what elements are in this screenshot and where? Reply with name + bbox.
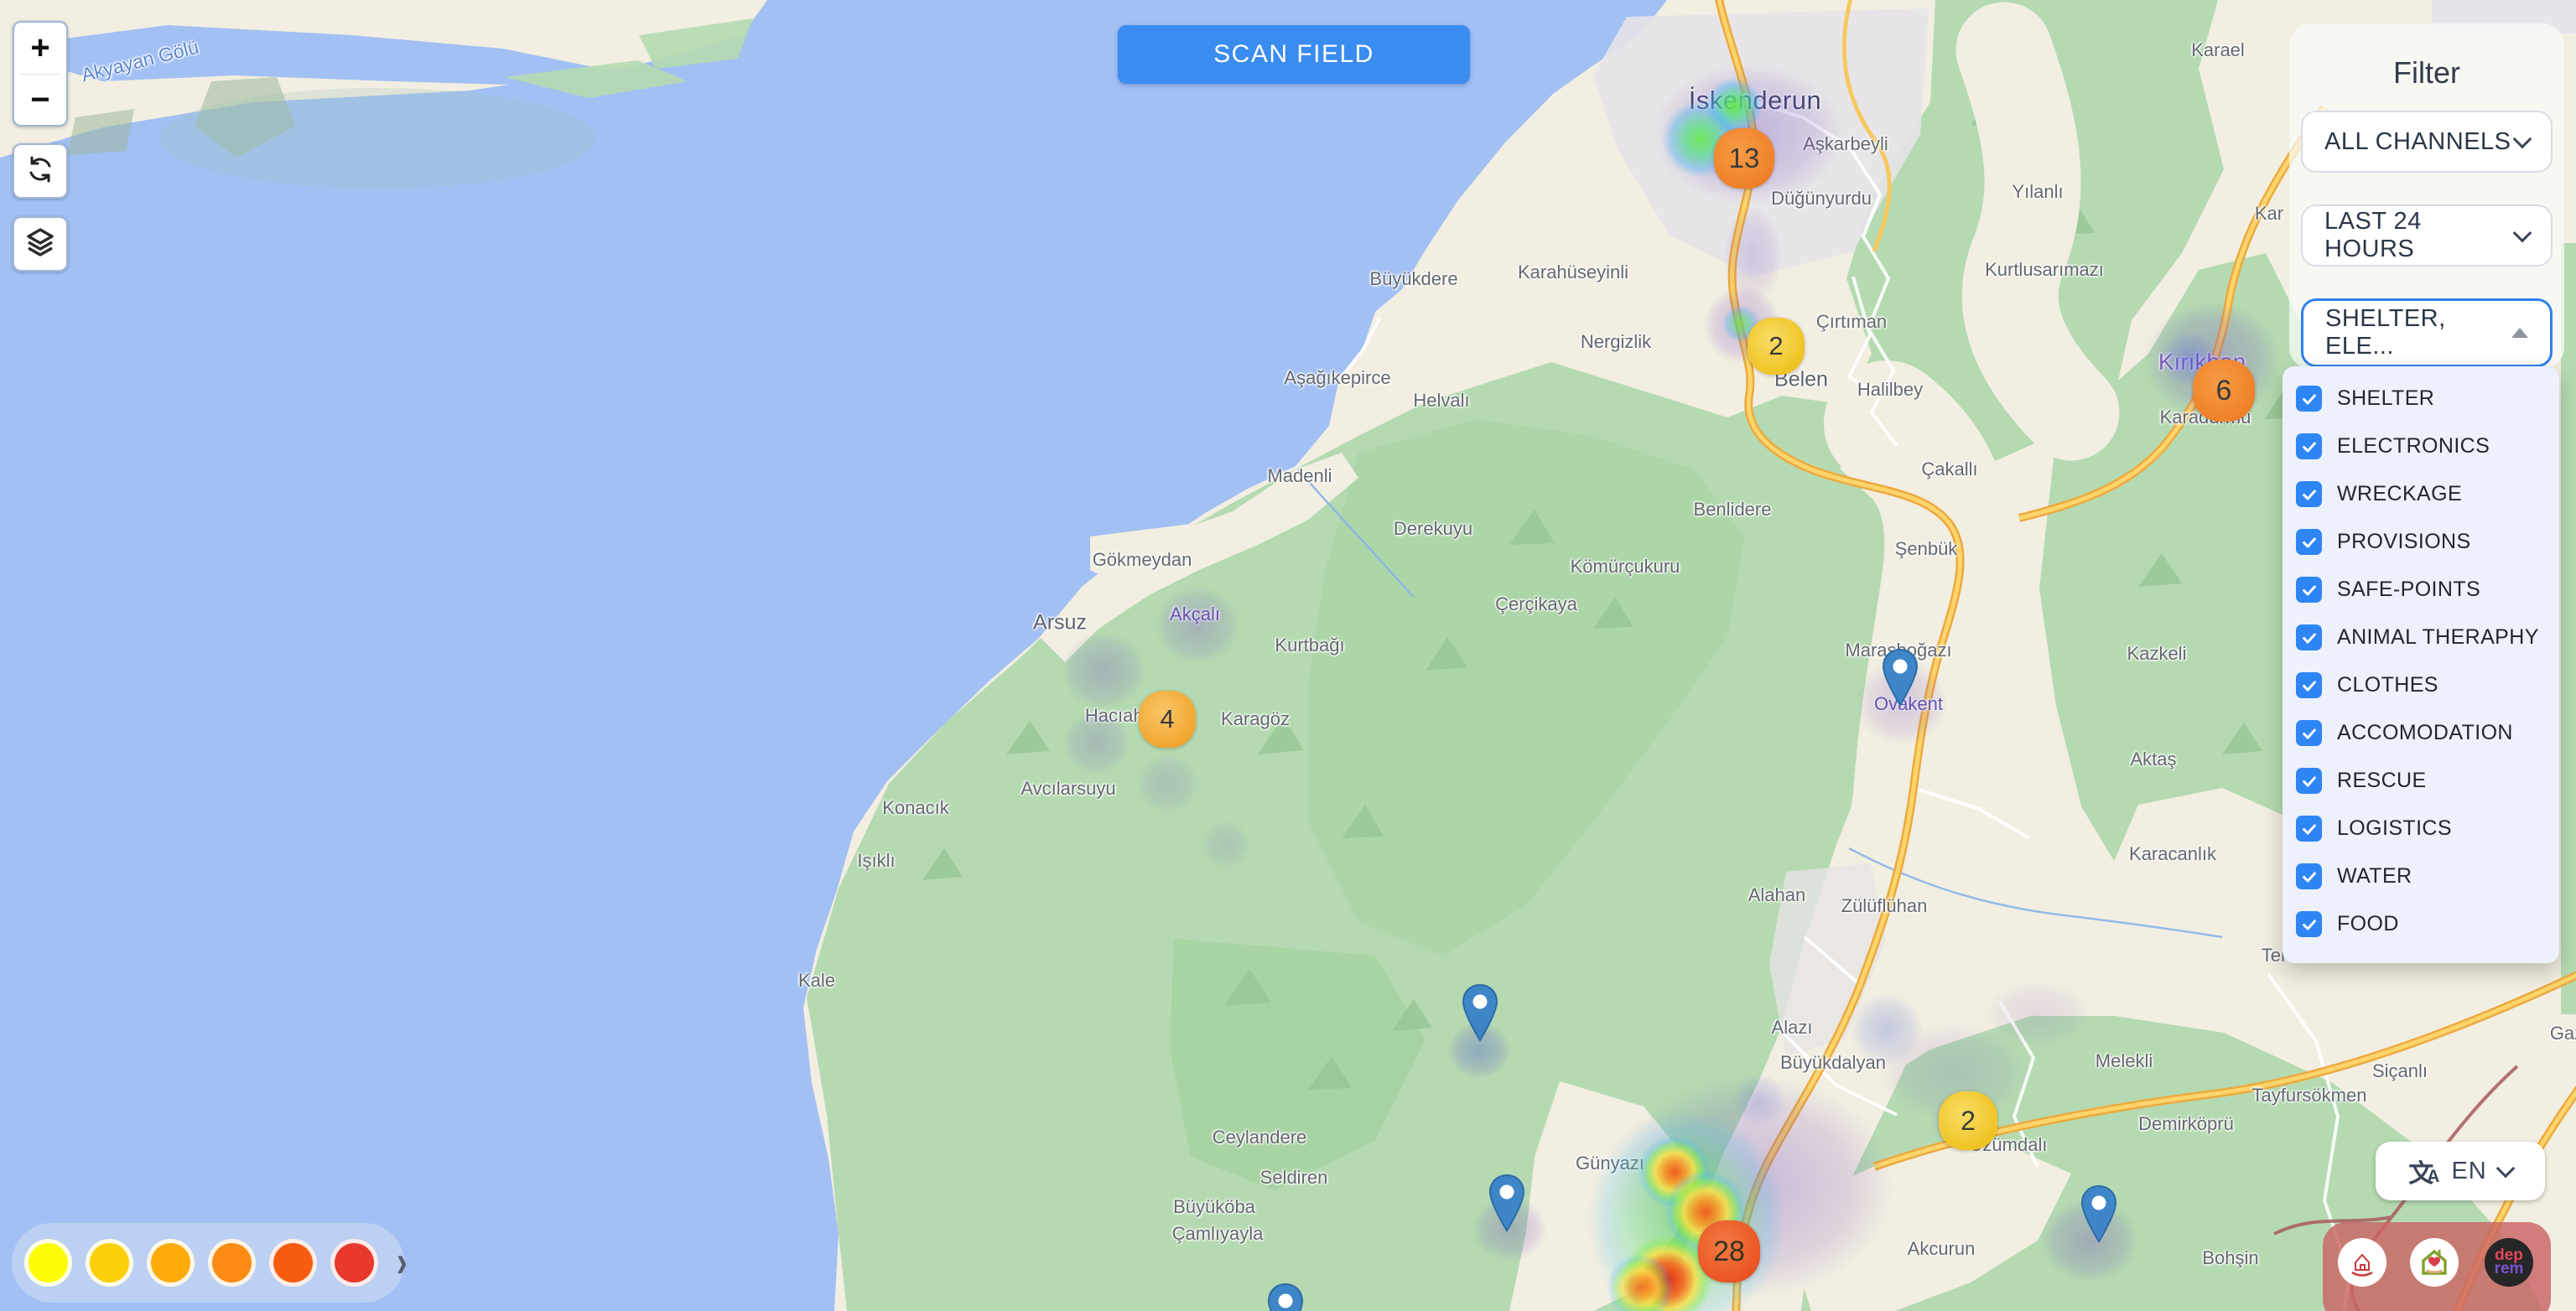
zoom-in-button[interactable]: +	[14, 23, 66, 74]
checkbox-checked-icon[interactable]	[2296, 577, 2322, 603]
category-option-accomodation[interactable]: ACCOMODATION	[2283, 709, 2559, 757]
category-option-animal-theraphy[interactable]: ANIMAL THERAPHY	[2283, 614, 2559, 661]
chevron-down-icon	[2513, 224, 2532, 242]
legend-expand-chevron-icon[interactable]: ›	[397, 1237, 408, 1288]
chevron-up-icon	[2511, 328, 2528, 338]
deprem-logo-text: rem	[2495, 1262, 2524, 1276]
checkbox-checked-icon[interactable]	[2296, 529, 2322, 555]
refresh-icon	[25, 154, 55, 189]
category-option-label: ANIMAL THERAPHY	[2337, 625, 2539, 650]
checkbox-checked-icon[interactable]	[2296, 911, 2322, 937]
layers-icon	[24, 226, 56, 262]
map-pin[interactable]	[1266, 1282, 1305, 1311]
checkbox-checked-icon[interactable]	[2296, 433, 2322, 459]
filter-title: Filter	[2289, 55, 2564, 91]
category-option-label: SAFE-POINTS	[2337, 578, 2480, 602]
partner-logos: dep rem	[2323, 1222, 2551, 1311]
deprem-logo[interactable]: dep rem	[2485, 1238, 2533, 1287]
map-pin[interactable]	[1461, 983, 1499, 1046]
severity-legend: ›	[12, 1223, 404, 1303]
category-option-label: RESCUE	[2337, 769, 2427, 793]
checkbox-checked-icon[interactable]	[2296, 672, 2322, 698]
checkbox-checked-icon[interactable]	[2296, 768, 2322, 794]
legend-swatch-6[interactable]	[330, 1239, 378, 1287]
legend-swatches	[24, 1239, 392, 1287]
category-dropdown-list: SHELTER ELECTRONICS WRECKAGE PROVISIONS SAFE…	[2283, 366, 2559, 963]
translate-icon: 文A	[2408, 1153, 2439, 1189]
pin-layer	[0, 0, 2576, 1311]
checkbox-checked-icon[interactable]	[2296, 624, 2322, 650]
checkbox-checked-icon[interactable]	[2296, 863, 2322, 889]
house-heart-logo[interactable]	[2410, 1238, 2459, 1287]
zoom-control: + −	[13, 21, 68, 127]
house-hand-logo[interactable]	[2338, 1238, 2386, 1287]
category-option-label: WATER	[2337, 864, 2412, 889]
category-option-wreckage[interactable]: WRECKAGE	[2283, 470, 2559, 518]
category-multiselect-value: SHELTER, ELE...	[2325, 305, 2511, 360]
category-option-electronics[interactable]: ELECTRONICS	[2283, 422, 2559, 470]
language-selector[interactable]: 文A EN	[2376, 1142, 2545, 1200]
category-option-label: WRECKAGE	[2337, 482, 2462, 506]
time-range-select[interactable]: LAST 24 HOURS	[2301, 205, 2553, 267]
layers-button[interactable]	[13, 216, 68, 272]
chevron-down-icon	[2513, 130, 2532, 149]
category-option-logistics[interactable]: LOGISTICS	[2283, 805, 2559, 852]
checkbox-checked-icon[interactable]	[2296, 386, 2322, 412]
map-app: Akyayan GölüİskenderunKırıkhanBelenArsuz…	[0, 0, 2576, 1311]
refresh-button[interactable]	[13, 143, 68, 199]
checkbox-checked-icon[interactable]	[2296, 720, 2322, 746]
category-option-label: LOGISTICS	[2337, 816, 2452, 841]
category-option-food[interactable]: FOOD	[2283, 900, 2559, 948]
category-option-shelter[interactable]: SHELTER	[2283, 375, 2559, 422]
map-pin[interactable]	[1488, 1174, 1526, 1236]
filter-panel: Filter ALL CHANNELS LAST 24 HOURS SHELTE…	[2289, 23, 2564, 369]
category-option-label: ACCOMODATION	[2337, 721, 2513, 745]
category-option-label: PROVISIONS	[2337, 530, 2471, 554]
language-value: EN	[2451, 1158, 2486, 1185]
legend-swatch-4[interactable]	[208, 1239, 256, 1287]
chevron-down-icon	[2496, 1159, 2515, 1179]
category-multiselect[interactable]: SHELTER, ELE...	[2301, 298, 2553, 367]
category-option-water[interactable]: WATER	[2283, 852, 2559, 900]
category-option-provisions[interactable]: PROVISIONS	[2283, 518, 2559, 566]
category-option-label: SHELTER	[2337, 386, 2434, 411]
map-pin[interactable]	[1881, 648, 1919, 711]
legend-swatch-1[interactable]	[24, 1239, 72, 1287]
category-option-label: FOOD	[2337, 912, 2399, 936]
checkbox-checked-icon[interactable]	[2296, 481, 2322, 507]
scan-field-button[interactable]: SCAN FIELD	[1118, 25, 1470, 84]
legend-swatch-3[interactable]	[147, 1239, 195, 1287]
time-range-select-value: LAST 24 HOURS	[2324, 208, 2516, 263]
checkbox-checked-icon[interactable]	[2296, 816, 2322, 842]
category-option-safe-points[interactable]: SAFE-POINTS	[2283, 566, 2559, 614]
channel-select-value: ALL CHANNELS	[2324, 128, 2511, 156]
map-pin[interactable]	[2080, 1184, 2118, 1247]
channel-select[interactable]: ALL CHANNELS	[2301, 111, 2553, 173]
category-option-rescue[interactable]: RESCUE	[2283, 757, 2559, 805]
category-option-clothes[interactable]: CLOTHES	[2283, 661, 2559, 709]
category-option-label: ELECTRONICS	[2337, 434, 2490, 459]
legend-swatch-5[interactable]	[269, 1239, 317, 1287]
zoom-out-button[interactable]: −	[14, 75, 66, 126]
legend-swatch-2[interactable]	[86, 1239, 133, 1287]
category-option-label: CLOTHES	[2337, 673, 2438, 697]
